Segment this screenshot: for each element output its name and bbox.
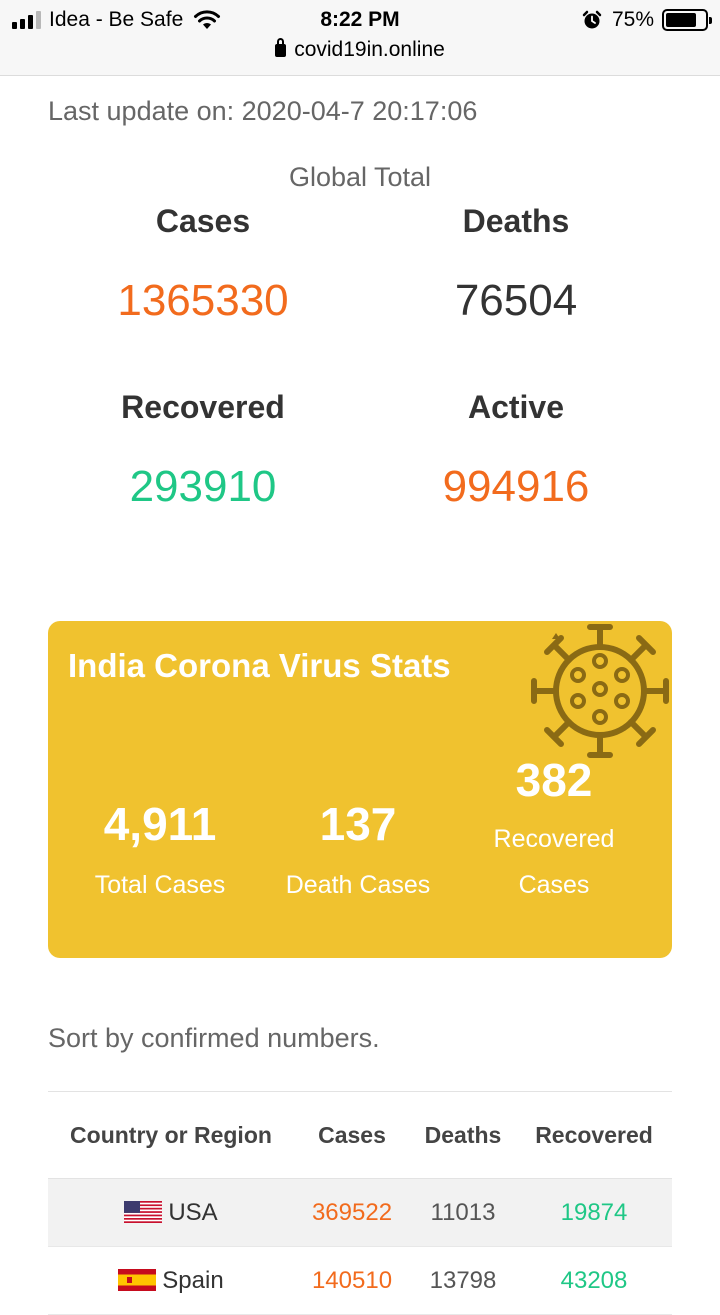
header-country[interactable]: Country or Region: [48, 1122, 294, 1149]
url-text: covid19in.online: [294, 38, 445, 61]
table-row[interactable]: Spain 140510 13798 43208: [48, 1247, 672, 1315]
header-recovered[interactable]: Recovered: [516, 1122, 672, 1149]
active-label: Active: [467, 389, 565, 425]
country-name: USA: [168, 1198, 218, 1226]
cases-value: 1365330: [117, 276, 289, 325]
india-stats-card: India Corona Virus Stats 4,911 Total Cas…: [48, 621, 672, 958]
cases-cell: 369522: [311, 1198, 393, 1226]
lock-icon: [275, 38, 287, 57]
sort-description: Sort by confirmed numbers.: [48, 1023, 380, 1053]
india-recovered-value: 382: [515, 754, 593, 806]
india-recovered-label-line2: Cases: [518, 871, 590, 899]
status-bar: Idea - Be Safe 8:22 PM 75% covid19in.onl…: [0, 0, 720, 76]
india-death-cases-label: Death Cases: [285, 871, 431, 899]
country-cell: Spain: [48, 1267, 294, 1295]
recovered-label: Recovered: [121, 389, 285, 425]
table-header: Country or Region Cases Deaths Recovered: [48, 1092, 672, 1179]
india-total-cases-value: 4,911: [103, 798, 217, 850]
recovered-cell: 19874: [560, 1198, 628, 1226]
country-cell: USA: [48, 1199, 294, 1227]
status-right: 75%: [582, 8, 712, 32]
virus-icon: [531, 624, 669, 758]
cases-label: Cases: [155, 203, 251, 239]
india-recovered-label-line1: Recovered: [493, 825, 615, 853]
us-flag-icon: [124, 1200, 163, 1223]
url-bar[interactable]: covid19in.online: [0, 38, 720, 62]
last-update-text: Last update on: 2020-04-7 20:17:06: [48, 96, 478, 126]
india-death-cases-value: 137: [319, 798, 397, 850]
deaths-value: 76504: [454, 276, 578, 325]
header-deaths[interactable]: Deaths: [410, 1122, 516, 1149]
deaths-label: Deaths: [462, 203, 570, 239]
cases-cell: 140510: [311, 1266, 393, 1294]
global-total-title: Global Total: [288, 162, 432, 192]
india-card-title: India Corona Virus Stats: [68, 647, 451, 684]
country-table: Country or Region Cases Deaths Recovered…: [48, 1091, 672, 1315]
recovered-cell: 43208: [560, 1266, 628, 1294]
active-value: 994916: [442, 462, 590, 511]
deaths-cell: 13798: [429, 1266, 497, 1294]
battery-percent: 75%: [611, 8, 654, 31]
table-row[interactable]: USA 369522 11013 19874: [48, 1179, 672, 1247]
alarm-icon: [582, 10, 602, 29]
header-cases[interactable]: Cases: [294, 1122, 410, 1149]
india-total-cases-label: Total Cases: [94, 871, 226, 899]
recovered-value: 293910: [129, 462, 277, 511]
battery-icon: [662, 9, 712, 31]
country-name: Spain: [162, 1266, 224, 1294]
deaths-cell: 11013: [430, 1198, 496, 1226]
